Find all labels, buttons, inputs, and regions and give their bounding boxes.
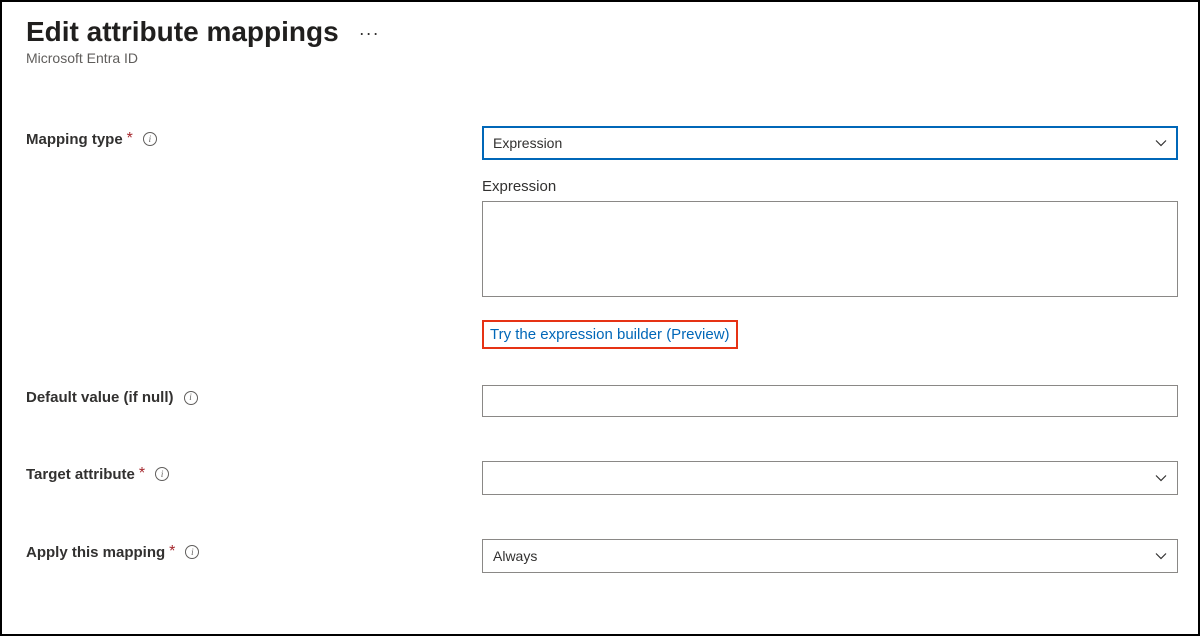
field-row-target-attribute: Target attribute * i	[26, 461, 1178, 495]
builder-link-row: Try the expression builder (Preview)	[482, 320, 1178, 349]
label-apply-mapping: Apply this mapping * i	[26, 539, 482, 561]
default-value-input[interactable]	[482, 385, 1178, 417]
chevron-down-icon	[1155, 550, 1167, 562]
chevron-down-icon	[1155, 472, 1167, 484]
info-icon[interactable]: i	[143, 132, 157, 146]
label-mapping-type: Mapping type * i	[26, 126, 482, 148]
select-value: Expression	[493, 135, 562, 151]
label-text: Target attribute	[26, 466, 135, 483]
label-text: Mapping type	[26, 131, 123, 148]
required-star: *	[127, 130, 133, 148]
highlight-box: Try the expression builder (Preview)	[482, 320, 738, 349]
label-text: Apply this mapping	[26, 544, 165, 561]
apply-mapping-select[interactable]: Always	[482, 539, 1178, 573]
label-default-value: Default value (if null) i	[26, 385, 482, 406]
page-frame: Edit attribute mappings ··· Microsoft En…	[0, 0, 1200, 636]
expression-builder-link[interactable]: Try the expression builder (Preview)	[484, 322, 736, 347]
select-value: Always	[493, 548, 537, 564]
label-text: Default value (if null)	[26, 389, 174, 406]
more-actions-button[interactable]: ···	[359, 17, 380, 44]
required-star: *	[169, 543, 175, 561]
header-row: Edit attribute mappings ···	[26, 12, 1178, 48]
page-title: Edit attribute mappings	[26, 16, 339, 48]
info-icon[interactable]: i	[155, 467, 169, 481]
required-star: *	[139, 465, 145, 483]
info-icon[interactable]: i	[184, 391, 198, 405]
form: Mapping type * i Expression Expression T…	[26, 126, 1178, 573]
control-target-attribute	[482, 461, 1178, 495]
label-target-attribute: Target attribute * i	[26, 461, 482, 483]
control-mapping-type: Expression Expression Try the expression…	[482, 126, 1178, 349]
info-icon[interactable]: i	[185, 545, 199, 559]
expression-label: Expression	[482, 178, 1178, 195]
mapping-type-select[interactable]: Expression	[482, 126, 1178, 160]
field-row-mapping-type: Mapping type * i Expression Expression T…	[26, 126, 1178, 349]
target-attribute-select[interactable]	[482, 461, 1178, 495]
expression-textarea[interactable]	[482, 201, 1178, 297]
field-row-apply-mapping: Apply this mapping * i Always	[26, 539, 1178, 573]
control-apply-mapping: Always	[482, 539, 1178, 573]
field-row-default-value: Default value (if null) i	[26, 385, 1178, 417]
control-default-value	[482, 385, 1178, 417]
service-subtitle: Microsoft Entra ID	[26, 50, 1178, 66]
chevron-down-icon	[1155, 137, 1167, 149]
